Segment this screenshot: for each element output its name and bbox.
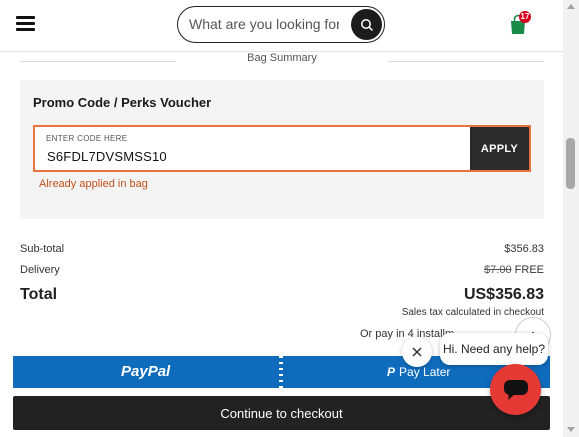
paypal-divider [279, 356, 283, 388]
promo-code-field[interactable]: ENTER CODE HERE S6FDL7DVSMSS10 APPLY [33, 125, 531, 172]
total-value: US$356.83 [463, 286, 544, 303]
summary-divider-right [388, 61, 544, 62]
chat-prompt-bubble[interactable]: Hi. Need any help? [440, 333, 548, 365]
delivery-label: Delivery [20, 264, 60, 276]
tax-note: Sales tax calculated in checkout [401, 307, 544, 318]
paypal-p-icon: P [387, 365, 396, 379]
paypal-label: PayPal [121, 363, 171, 380]
menu-icon[interactable] [16, 16, 35, 32]
chat-close-button[interactable] [402, 337, 432, 367]
delivery-original-price: $7.00 [484, 264, 512, 276]
bag-summary-title: Bag Summary [247, 52, 317, 64]
scroll-up-arrow-icon[interactable] [567, 4, 575, 9]
search-button[interactable] [351, 9, 382, 40]
delivery-price: FREE [514, 264, 544, 276]
scrollbar[interactable] [563, 0, 579, 437]
subtotal-value: $356.83 [504, 243, 544, 255]
chat-icon [503, 379, 528, 400]
total-label: Total [20, 286, 58, 303]
delivery-row: Delivery $7.00 FREE [20, 264, 544, 276]
promo-field-label: ENTER CODE HERE [46, 134, 128, 143]
apply-button[interactable]: APPLY [470, 127, 529, 170]
search-box [177, 6, 385, 43]
promo-code-input[interactable]: S6FDL7DVSMSS10 [47, 149, 167, 164]
promo-title: Promo Code / Perks Voucher [33, 95, 212, 110]
summary-divider-left [20, 61, 176, 62]
scroll-down-arrow-icon[interactable] [567, 427, 575, 432]
paylater-label: Pay Later [399, 365, 451, 379]
search-input[interactable] [189, 7, 339, 41]
paylater-button[interactable]: P Pay Later [387, 365, 450, 379]
delivery-values: $7.00 FREE [484, 264, 544, 276]
subtotal-row: Sub-total $356.83 [20, 243, 544, 255]
promo-panel: Promo Code / Perks Voucher ENTER CODE HE… [20, 80, 544, 219]
top-bar: 17 [0, 0, 563, 52]
promo-error-message: Already applied in bag [39, 178, 148, 190]
chat-button[interactable] [490, 364, 541, 415]
continue-to-checkout-button[interactable]: Continue to checkout [13, 396, 550, 430]
scrollbar-thumb[interactable] [566, 138, 575, 189]
subtotal-label: Sub-total [20, 243, 65, 255]
total-row: Total US$356.83 [20, 286, 544, 304]
search-icon [360, 18, 373, 31]
bag-count-badge: 17 [519, 11, 531, 23]
close-icon [412, 347, 422, 357]
